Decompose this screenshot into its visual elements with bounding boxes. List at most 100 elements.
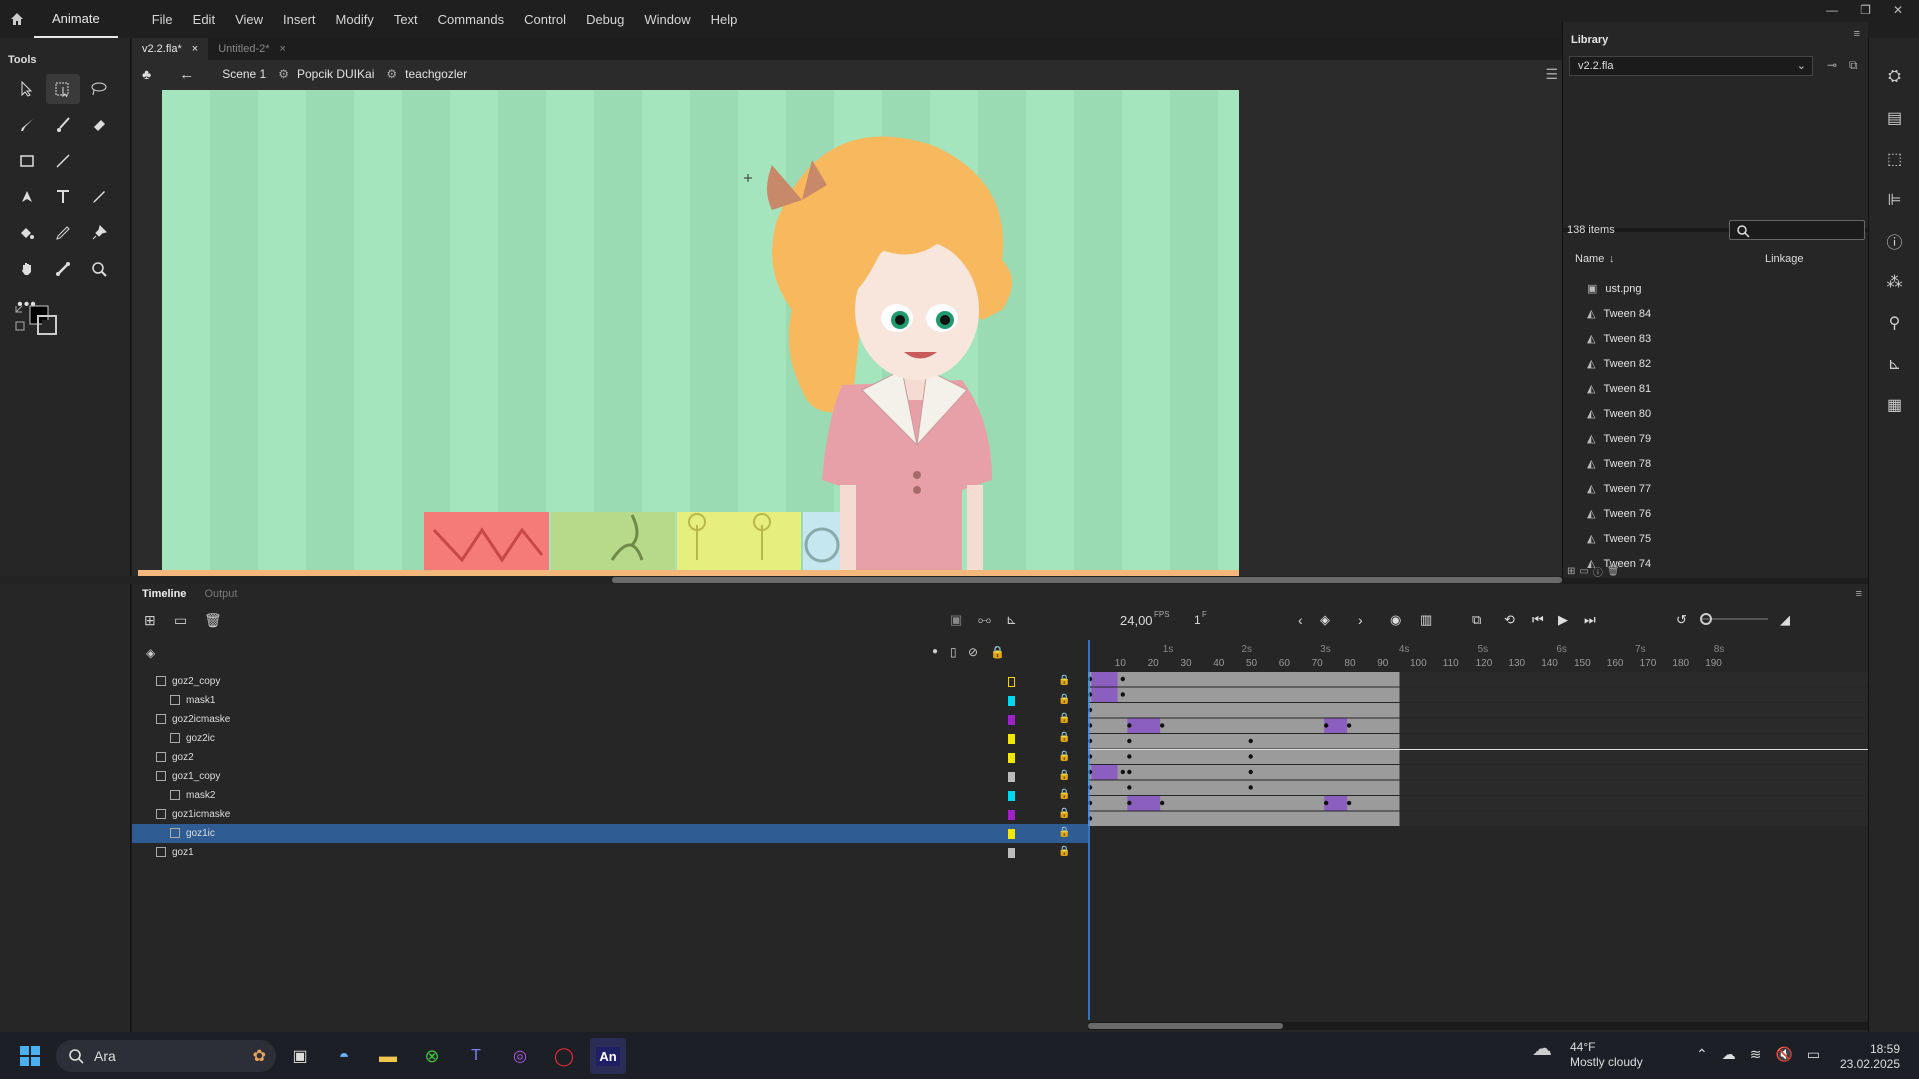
home-button[interactable] <box>0 0 34 38</box>
layer-name[interactable]: goz2ic <box>186 733 215 744</box>
info-panel-button[interactable]: ⓘ <box>1869 220 1919 261</box>
outline-icon[interactable]: ▯ <box>950 645 957 659</box>
highlight-dot-icon[interactable]: ● <box>932 646 938 657</box>
scroll-thumb[interactable] <box>612 577 1562 583</box>
lock-icon[interactable]: 🔒 <box>1058 846 1070 857</box>
onion-skin-icon[interactable]: ◉ <box>1390 612 1401 628</box>
layer-name[interactable]: goz2 <box>172 752 194 763</box>
text-tool[interactable] <box>46 182 80 212</box>
camera-icon[interactable]: ▣ <box>950 612 962 628</box>
lock-icon[interactable]: 🔒 <box>1058 675 1070 686</box>
panel-menu-icon[interactable]: ≡ <box>1856 588 1862 600</box>
layer-name[interactable]: goz2icmaske <box>172 714 230 725</box>
teams-button[interactable]: T <box>458 1038 494 1074</box>
layer-row[interactable]: goz1icmaske 🔒 <box>132 805 1088 824</box>
play-icon[interactable]: ▶ <box>1558 612 1568 628</box>
visibility-icon[interactable]: ⊘ <box>968 645 978 659</box>
rectangle-tool[interactable] <box>10 146 44 176</box>
menu-commands[interactable]: Commands <box>428 12 514 27</box>
taskbar-search[interactable]: Ara ✿ <box>56 1040 276 1072</box>
app-name-tab[interactable]: Animate <box>34 0 118 38</box>
layer-row[interactable]: mask2 🔒 <box>132 786 1088 805</box>
wifi-icon[interactable]: ≋ <box>1750 1046 1762 1063</box>
new-layer-icon[interactable]: ⊞ <box>144 612 156 629</box>
close-icon[interactable]: ✕ <box>1893 3 1903 17</box>
layer-name[interactable]: mask1 <box>186 695 215 706</box>
lock-icon[interactable]: 🔒 <box>1058 770 1070 781</box>
doc-tab-untitled[interactable]: Untitled-2* × <box>208 38 296 60</box>
eyedropper-tool[interactable] <box>46 218 80 248</box>
step-back-icon[interactable]: ⏮ <box>1532 612 1544 628</box>
pencil-tool[interactable] <box>82 182 116 212</box>
next-keyframe-icon[interactable]: › <box>1358 612 1363 628</box>
layer-row[interactable]: goz2icmaske 🔒 <box>132 710 1088 729</box>
lock-icon[interactable]: 🔒 <box>1058 789 1070 800</box>
column-name[interactable]: Name <box>1575 253 1604 265</box>
list-item[interactable]: ◭ Tween 84 <box>1563 301 1859 326</box>
list-item[interactable]: ◭ Tween 83 <box>1563 326 1859 351</box>
stage-canvas[interactable] <box>162 90 1239 570</box>
lock-icon[interactable]: 🔒 <box>1058 713 1070 724</box>
edit-multiple-icon[interactable]: ♣ <box>142 66 151 82</box>
selection-tool[interactable] <box>10 74 44 104</box>
new-library-panel-icon[interactable]: ⧉ <box>1849 58 1858 73</box>
tab-output[interactable]: Output <box>204 588 237 600</box>
list-item[interactable]: ◭ Tween 81 <box>1563 376 1859 401</box>
menu-view[interactable]: View <box>225 12 273 27</box>
sort-arrow-icon[interactable]: ↓ <box>1609 253 1615 265</box>
assets-panel-button[interactable]: ⛭ <box>1869 56 1919 97</box>
graph-icon[interactable]: ⊾ <box>1006 612 1017 628</box>
free-transform-tool[interactable] <box>46 74 80 104</box>
loop-icon[interactable]: ⧉ <box>1472 612 1481 628</box>
menu-edit[interactable]: Edit <box>183 12 225 27</box>
motion-panel-button[interactable]: ⁂ <box>1869 261 1919 302</box>
layer-color-swatch[interactable] <box>1008 791 1015 801</box>
layer-row[interactable]: goz1_copy 🔒 <box>132 767 1088 786</box>
layer-color-swatch[interactable] <box>1008 677 1015 687</box>
lock-icon[interactable]: 🔒 <box>1058 808 1070 819</box>
list-item[interactable]: ◭ Tween 80 <box>1563 401 1859 426</box>
start-button[interactable] <box>20 1046 40 1069</box>
brush-tool[interactable] <box>46 110 80 140</box>
current-frame-value[interactable]: 1 <box>1194 613 1201 627</box>
fit-timeline-icon[interactable]: ◢ <box>1780 612 1790 628</box>
frame-grid[interactable]: 10 20 30 40 50 60 70 80 90 100 110 120 130 140 150 160 1… <box>1087 640 1868 1020</box>
stage-horizontal-scrollbar[interactable] <box>0 576 1562 584</box>
edit-multiple-frames-icon[interactable]: ▥ <box>1420 612 1432 628</box>
properties-panel-button[interactable]: ▤ <box>1869 97 1919 138</box>
chevron-up-icon[interactable]: ⌃ <box>1696 1046 1708 1063</box>
bone-tool[interactable] <box>46 254 80 284</box>
instagram-button[interactable]: ◎ <box>502 1038 538 1074</box>
xbox-button[interactable]: ⊗ <box>414 1038 450 1074</box>
prev-keyframe-icon[interactable]: ‹ <box>1298 612 1303 628</box>
undo-icon[interactable]: ↺ <box>1676 612 1687 628</box>
layer-name[interactable]: goz1_copy <box>172 771 220 782</box>
list-item[interactable]: ◭ Tween 82 <box>1563 351 1859 376</box>
layer-name[interactable]: goz1 <box>172 847 194 858</box>
breadcrumb-scene[interactable]: Scene 1 <box>222 67 266 81</box>
layer-name[interactable]: goz1ic <box>186 828 215 839</box>
battery-icon[interactable]: ▭ <box>1807 1046 1820 1063</box>
paint-bucket-tool[interactable] <box>10 218 44 248</box>
list-item[interactable]: ◭ Tween 77 <box>1563 476 1859 501</box>
lock-icon[interactable]: 🔒 <box>990 645 1005 659</box>
paint-brush-tool[interactable] <box>10 110 44 140</box>
layer-color-swatch[interactable] <box>1008 772 1015 782</box>
menu-debug[interactable]: Debug <box>576 12 634 27</box>
motion-editor-panel-button[interactable]: ⊾ <box>1869 343 1919 384</box>
list-item[interactable]: ◭ Tween 78 <box>1563 451 1859 476</box>
lock-icon[interactable]: 🔒 <box>1058 751 1070 762</box>
layer-name[interactable]: mask2 <box>186 790 215 801</box>
new-symbol-icon[interactable]: ⊞ <box>1567 566 1575 577</box>
menu-insert[interactable]: Insert <box>273 12 326 27</box>
align-panel-button[interactable]: ⊫ <box>1869 179 1919 220</box>
step-forward-icon[interactable]: ⏭ <box>1584 612 1596 628</box>
menu-modify[interactable]: Modify <box>326 12 384 27</box>
layer-color-swatch[interactable] <box>1008 810 1015 820</box>
layer-row[interactable]: goz2 🔒 <box>132 748 1088 767</box>
transform-panel-button[interactable]: ⬚ <box>1869 138 1919 179</box>
library-document-select[interactable]: v2.2.fla ⌄ <box>1569 56 1813 76</box>
lasso-tool[interactable] <box>82 74 116 104</box>
stage-settings-icon[interactable]: ☰ <box>1545 66 1558 83</box>
layer-row[interactable]: goz2ic 🔒 <box>132 729 1088 748</box>
